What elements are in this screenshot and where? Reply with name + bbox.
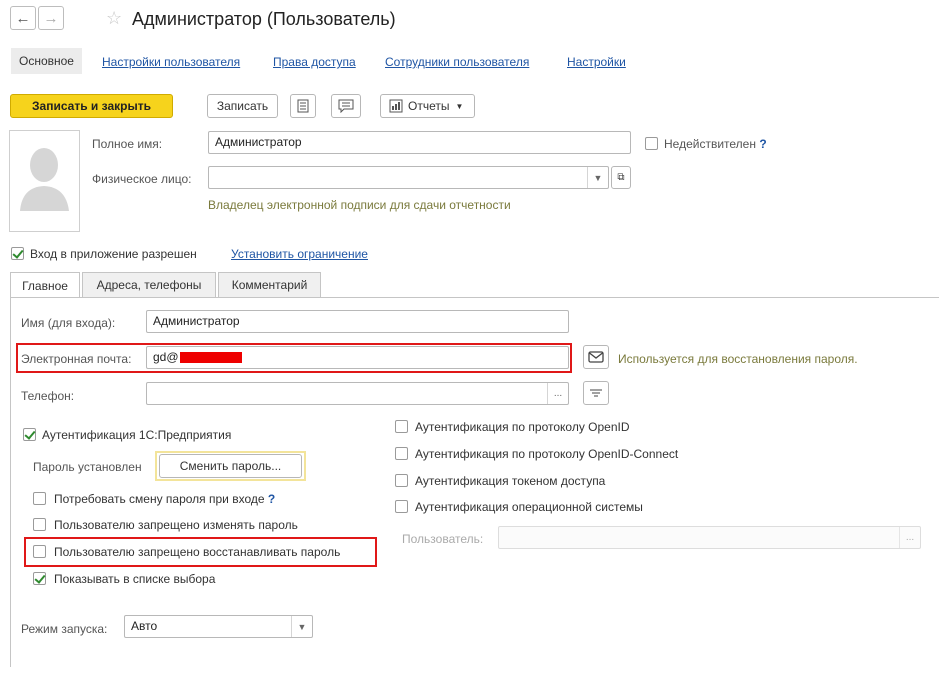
email-note: Используется для восстановления пароля. (618, 352, 858, 366)
login-name-field[interactable]: Администратор (146, 310, 569, 333)
forbid-password-change-checkbox[interactable] (33, 518, 46, 531)
auth-1c-label: Аутентификация 1С:Предприятия (42, 428, 232, 442)
access-token-checkbox[interactable] (395, 474, 408, 487)
phone-select-button[interactable]: ... (547, 383, 568, 404)
save-and-close-button[interactable]: Записать и закрыть (10, 94, 173, 118)
redaction-block (179, 352, 242, 364)
forward-arrow-icon: → (43, 9, 59, 27)
section-tab-settings[interactable]: Настройки (567, 55, 626, 69)
forbid-password-restore-label: Пользователю запрещено восстанавливать п… (54, 545, 341, 559)
reports-label: Отчеты (408, 99, 450, 113)
help-icon[interactable]: ? (759, 137, 766, 151)
chevron-down-icon: ▼ (455, 101, 464, 111)
email-value: gd@ (153, 350, 179, 364)
os-auth-label: Аутентификация операционной системы (415, 500, 643, 514)
envelope-icon (588, 351, 604, 363)
phone-field[interactable]: ... (146, 382, 569, 405)
section-tab-access-rights[interactable]: Права доступа (273, 55, 356, 69)
section-tab-user-employees[interactable]: Сотрудники пользователя (385, 55, 529, 69)
launch-mode-select[interactable]: Авто ▼ (124, 615, 313, 638)
os-user-label: Пользователь: (402, 532, 484, 546)
auth-1c-checkbox[interactable] (23, 428, 36, 441)
openid-label: Аутентификация по протоколу OpenID (415, 420, 630, 434)
os-user-select-button: ... (899, 527, 920, 548)
change-password-button[interactable]: Сменить пароль... (159, 454, 302, 478)
document-list-button[interactable] (290, 94, 316, 118)
chevron-down-icon[interactable]: ▼ (291, 616, 312, 637)
require-password-change-label: Потребовать смену пароля при входе ? (54, 492, 276, 506)
login-allowed-label: Вход в приложение разрешен (30, 247, 197, 261)
access-token-label: Аутентификация токеном доступа (415, 474, 606, 488)
openid-checkbox[interactable] (395, 420, 408, 433)
back-button[interactable]: ← (10, 6, 36, 30)
tab-panel-left-border (10, 297, 11, 667)
forbid-password-restore-checkbox[interactable] (33, 545, 46, 558)
individual-dropdown-icon[interactable]: ▼ (587, 167, 608, 188)
full-name-label: Полное имя: (92, 137, 163, 151)
show-in-list-checkbox[interactable] (33, 572, 46, 585)
back-arrow-icon: ← (15, 9, 31, 27)
help-icon[interactable]: ? (268, 492, 275, 506)
full-name-field[interactable]: Администратор (208, 131, 631, 154)
save-button[interactable]: Записать (207, 94, 278, 118)
comment-button[interactable] (331, 94, 361, 118)
individual-label: Физическое лицо: (92, 172, 192, 186)
section-tab-user-settings[interactable]: Настройки пользователя (102, 55, 240, 69)
tab-comment[interactable]: Комментарий (218, 272, 321, 297)
phone-label: Телефон: (21, 389, 75, 403)
os-user-field: ... (498, 526, 921, 549)
email-field[interactable]: gd@ (146, 346, 569, 369)
invalid-checkbox[interactable] (645, 137, 658, 150)
show-in-list-label: Показывать в списке выбора (54, 572, 216, 586)
open-individual-button[interactable]: ⧉ (611, 166, 631, 189)
avatar[interactable] (9, 130, 80, 232)
document-list-icon (297, 99, 309, 113)
openid-connect-label: Аутентификация по протоколу OpenID-Conne… (415, 447, 679, 461)
reports-icon (389, 99, 403, 113)
reports-button[interactable]: Отчеты ▼ (380, 94, 475, 118)
login-name-label: Имя (для входа): (21, 316, 116, 330)
email-label: Электронная почта: (21, 352, 132, 366)
openid-connect-checkbox[interactable] (395, 447, 408, 460)
send-email-button[interactable] (583, 345, 609, 369)
phone-options-button[interactable] (583, 381, 609, 405)
list-options-icon (590, 389, 602, 397)
window-title: Администратор (Пользователь) (132, 9, 396, 29)
set-restriction-link[interactable]: Установить ограничение (231, 247, 368, 261)
signature-note: Владелец электронной подписи для сдачи о… (208, 198, 511, 212)
comment-icon (338, 99, 354, 113)
favorite-star-icon[interactable]: ☆ (106, 8, 122, 29)
tab-main[interactable]: Главное (10, 272, 80, 298)
invalid-label: Недействителен ? (664, 137, 767, 151)
login-allowed-checkbox[interactable] (11, 247, 24, 260)
tab-panel-border (10, 297, 939, 298)
tab-addresses-phones[interactable]: Адреса, телефоны (82, 272, 216, 297)
os-auth-checkbox[interactable] (395, 500, 408, 513)
password-set-label: Пароль установлен (33, 460, 142, 474)
launch-mode-value: Авто (131, 619, 158, 633)
forbid-password-change-label: Пользователю запрещено изменять пароль (54, 518, 298, 532)
forward-button[interactable]: → (38, 6, 64, 30)
user-silhouette-icon (20, 148, 69, 211)
launch-mode-label: Режим запуска: (21, 622, 108, 636)
require-password-change-checkbox[interactable] (33, 492, 46, 505)
individual-field[interactable]: ▼ (208, 166, 609, 189)
section-tab-main[interactable]: Основное (11, 48, 82, 74)
